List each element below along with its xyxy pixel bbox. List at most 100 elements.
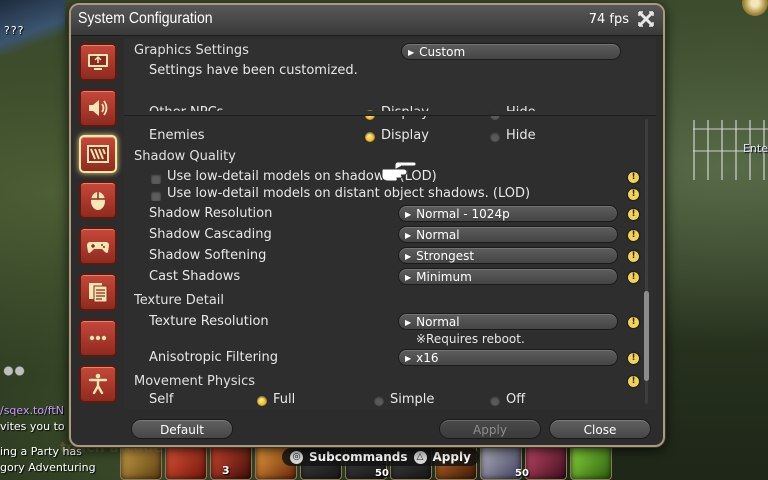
tab-mouse-settings[interactable] [79, 181, 117, 219]
shadow-quality-heading: Shadow Quality [134, 149, 236, 164]
play-arrow-icon: ▶ [405, 252, 412, 261]
tab-display-settings[interactable] [79, 43, 117, 81]
lod-distant-shadows-label: Use low-detail models on distant object … [167, 186, 531, 201]
self-physics-simple-label: Simple [390, 392, 435, 407]
settings-panel: Graphics Settings ▶ Custom Settings have … [124, 39, 656, 409]
graphics-preset-value: Custom [419, 45, 466, 59]
pointing-hand-cursor-icon [381, 161, 417, 182]
enemies-label: Enemies [149, 128, 205, 143]
tab-accessibility-settings[interactable] [79, 365, 117, 403]
apply-hint-label: Apply [432, 450, 471, 464]
play-arrow-icon: ▶ [405, 354, 412, 363]
shadow-softening-label: Shadow Softening [149, 248, 267, 263]
warning-icon[interactable]: ! [628, 230, 639, 241]
graphics-preset-area: Graphics Settings ▶ Custom Settings have … [124, 39, 656, 112]
movement-physics-heading: Movement Physics [134, 374, 256, 389]
enemies-display-radio[interactable] [365, 132, 375, 142]
shadow-cascading-label: Shadow Cascading [149, 227, 272, 242]
texture-resolution-label: Texture Resolution [149, 314, 269, 329]
texture-detail-heading: Texture Detail [134, 293, 225, 308]
warning-icon[interactable]: ! [628, 172, 639, 183]
chat-link[interactable]: /sqex.to/ftN [0, 402, 64, 419]
anisotropic-filtering-dropdown[interactable]: ▶ x16 [398, 349, 618, 366]
title-bar[interactable]: System Configuration 74 fps [71, 5, 663, 36]
sidebar [79, 43, 119, 411]
preset-divider [124, 111, 656, 116]
graphics-preset-dropdown[interactable]: ▶ Custom [401, 43, 621, 60]
shadow-softening-value: Strongest [416, 249, 475, 263]
hotbar-slot[interactable] [525, 444, 567, 480]
self-physics-full-radio[interactable] [257, 396, 267, 406]
texture-resolution-value: Normal [416, 315, 460, 329]
system-configuration-window: System Configuration 74 fps Graphics Set… [69, 3, 665, 447]
hotbar-hint: ◎ Subcommands △ Apply [282, 448, 479, 466]
tab-other-settings[interactable] [79, 319, 117, 357]
warning-icon[interactable]: ! [628, 251, 639, 262]
warning-icon[interactable]: ! [628, 353, 639, 364]
tab-sound-settings[interactable] [79, 89, 117, 127]
graphics-settings-label: Graphics Settings [134, 43, 249, 58]
play-arrow-icon: ▶ [405, 273, 412, 282]
enemies-display-label: Display [381, 128, 429, 143]
nameplate-text: ??? [4, 24, 25, 37]
self-physics-off-label: Off [506, 392, 526, 407]
self-physics-simple-radio[interactable] [374, 396, 384, 406]
cast-shadows-value: Minimum [416, 270, 472, 284]
tab-gamepad-settings[interactable] [79, 227, 117, 265]
requires-reboot-note: ※Requires reboot. [416, 332, 525, 346]
accessibility-icon [88, 373, 108, 395]
self-physics-label: Self [149, 392, 174, 407]
cast-shadows-dropdown[interactable]: ▶ Minimum [398, 268, 618, 285]
hotbar-slot-number: 3 [222, 464, 230, 477]
shadow-cascading-dropdown[interactable]: ▶ Normal [398, 226, 618, 243]
shadow-resolution-label: Shadow Resolution [149, 206, 273, 221]
graphics-icon [87, 145, 109, 163]
shadow-cascading-value: Normal [416, 228, 460, 242]
lod-shadows-checkbox[interactable] [151, 174, 161, 184]
shadow-softening-dropdown[interactable]: ▶ Strongest [398, 247, 618, 264]
scrollbar-thumb[interactable] [644, 291, 649, 381]
enemies-hide-radio[interactable] [490, 132, 500, 142]
hotbar-slot-number: 50 [515, 468, 529, 479]
chat-line: gory Adventuring [0, 461, 96, 474]
r1-button-icon: ◎ [290, 450, 303, 464]
play-arrow-icon: ▶ [405, 231, 412, 240]
documents-icon [89, 283, 108, 303]
warning-icon[interactable]: ! [628, 189, 639, 200]
play-arrow-icon: ▶ [408, 48, 415, 57]
shadow-resolution-value: Normal - 1024p [416, 207, 510, 221]
hotbar-slot[interactable] [570, 444, 612, 480]
more-icon [89, 335, 107, 341]
tab-graphics-settings[interactable] [79, 135, 117, 173]
monitor-icon [88, 54, 108, 70]
anisotropic-filtering-label: Anisotropic Filtering [149, 350, 279, 365]
triangle-button-icon: △ [413, 450, 427, 464]
cast-shadows-label: Cast Shadows [149, 269, 241, 284]
subcommands-label: Subcommands [309, 450, 408, 464]
self-physics-off-radio[interactable] [490, 396, 500, 406]
window-title: System Configuration [78, 10, 213, 27]
apply-button[interactable]: Apply [439, 419, 541, 439]
hotbar-slot[interactable] [165, 444, 207, 480]
default-button[interactable]: Default [131, 419, 233, 439]
hotbar-slot[interactable] [210, 444, 252, 480]
warning-icon[interactable]: ! [628, 317, 639, 328]
warning-icon[interactable]: ! [628, 209, 639, 220]
play-arrow-icon: ▶ [405, 318, 412, 327]
anisotropic-filtering-value: x16 [416, 351, 439, 365]
close-window-icon[interactable] [637, 10, 655, 28]
mouse-icon [91, 192, 105, 210]
ring-icon [742, 0, 768, 16]
shadow-resolution-dropdown[interactable]: ▶ Normal - 1024p [398, 205, 618, 222]
self-physics-full-label: Full [273, 392, 296, 407]
hotbar-slot-number: 50 [375, 468, 389, 479]
close-button[interactable]: Close [549, 419, 651, 439]
tab-logs-settings[interactable] [79, 273, 117, 311]
warning-icon[interactable]: ! [628, 272, 639, 283]
gamepad-icon [87, 242, 109, 253]
texture-resolution-dropdown[interactable]: ▶ Normal [398, 313, 618, 330]
warning-icon[interactable]: ! [628, 376, 639, 387]
lod-distant-shadows-checkbox[interactable] [151, 191, 161, 201]
fps-counter: 74 fps [588, 12, 629, 27]
chat-line: vites you to [0, 420, 65, 433]
